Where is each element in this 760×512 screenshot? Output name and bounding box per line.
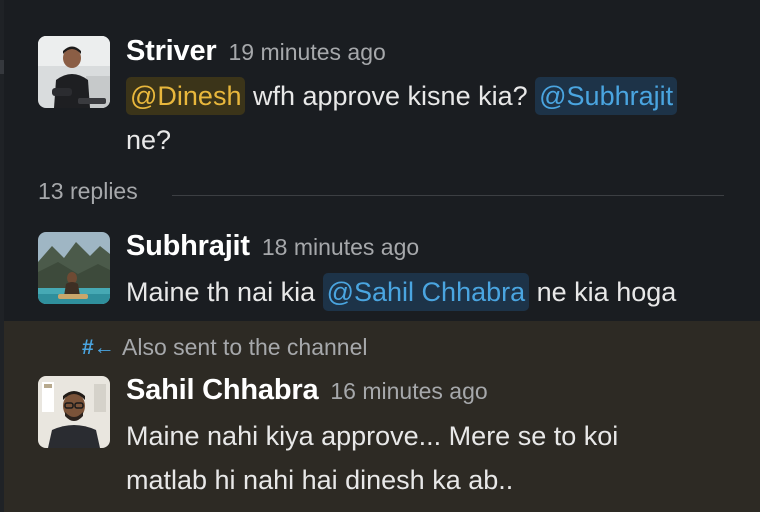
author-name[interactable]: Sahil Chhabra [126,374,319,406]
message-text: wfh approve kisne kia? [245,81,536,111]
message-line: matlab hi nahi hai dinesh ka ab.. [126,465,514,495]
mention-sahil-chhabra[interactable]: @Sahil Chhabra [322,273,530,311]
message-text-continued: ne kia hoga [529,277,677,307]
replies-count: 13 replies [38,178,138,204]
message-header: Striver 19 minutes ago [126,35,386,68]
avatar-subhrajit-image [38,232,110,304]
timestamp[interactable]: 16 minutes ago [330,378,487,404]
message-body: Maine nahi kiya approve... Mere se to ko… [126,414,746,502]
avatar-striver-image [38,36,110,108]
timestamp[interactable]: 19 minutes ago [229,39,386,65]
channel-note-text: Also sent to the channel [122,334,368,360]
message-body: @Dinesh wfh approve kisne kia? @Subhraji… [126,74,746,162]
message-header: Subhrajit 18 minutes ago [126,230,419,263]
message-body: Maine th nai kia @Sahil Chhabra ne kia h… [126,270,746,314]
message-line: Maine nahi kiya approve... Mere se to ko… [126,421,619,451]
sent-to-channel-icon: #← [82,335,115,359]
mention-dinesh[interactable]: @Dinesh [126,77,246,115]
mention-subhrajit[interactable]: @Subhrajit [535,77,678,115]
divider-line [172,195,724,196]
replies-divider: 13 replies [38,178,728,212]
message-text: Maine th nai kia [126,277,323,307]
timestamp[interactable]: 18 minutes ago [262,234,419,260]
message-text-continued: ne? [126,125,172,155]
author-name[interactable]: Subhrajit [126,230,250,262]
reply-message[interactable]: Sahil Chhabra 16 minutes ago Maine nahi k… [0,364,760,512]
avatar-striver[interactable] [38,36,110,108]
avatar-sahil-chhabra[interactable] [38,376,110,448]
parent-message[interactable]: Striver 19 minutes ago @Dinesh wfh approv… [0,0,760,170]
message-header: Sahil Chhabra 16 minutes ago [126,374,488,407]
avatar-sahil-image [38,376,110,448]
avatar-subhrajit[interactable] [38,232,110,304]
author-name[interactable]: Striver [126,35,217,67]
also-sent-to-channel-note[interactable]: #← Also sent to the channel [82,334,368,361]
reply-message[interactable]: Subhrajit 18 minutes ago Maine th nai kia… [0,216,760,320]
